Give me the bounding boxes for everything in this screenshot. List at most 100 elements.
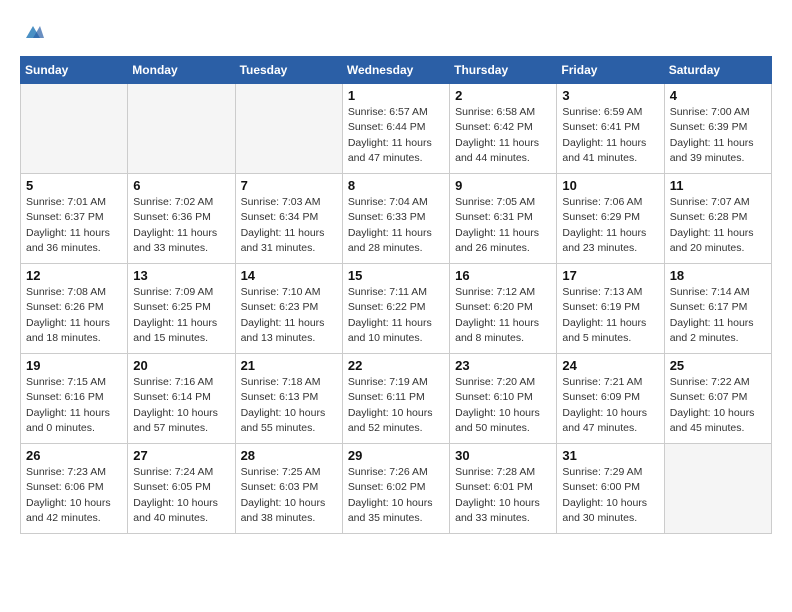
day-number: 23 [455, 358, 551, 373]
day-number: 4 [670, 88, 766, 103]
calendar-cell: 30 Sunrise: 7:28 AMSunset: 6:01 PMDayligh… [450, 444, 557, 534]
day-header-friday: Friday [557, 57, 664, 84]
day-header-tuesday: Tuesday [235, 57, 342, 84]
day-number: 25 [670, 358, 766, 373]
day-info: Sunrise: 7:11 AMSunset: 6:22 PMDaylight:… [348, 285, 444, 346]
calendar-cell: 6 Sunrise: 7:02 AMSunset: 6:36 PMDaylight… [128, 174, 235, 264]
day-number: 7 [241, 178, 337, 193]
day-info: Sunrise: 7:04 AMSunset: 6:33 PMDaylight:… [348, 195, 444, 256]
day-info: Sunrise: 7:05 AMSunset: 6:31 PMDaylight:… [455, 195, 551, 256]
day-number: 26 [26, 448, 122, 463]
day-header-saturday: Saturday [664, 57, 771, 84]
day-info: Sunrise: 7:18 AMSunset: 6:13 PMDaylight:… [241, 375, 337, 436]
calendar-week-4: 19 Sunrise: 7:15 AMSunset: 6:16 PMDayligh… [21, 354, 772, 444]
day-info: Sunrise: 7:16 AMSunset: 6:14 PMDaylight:… [133, 375, 229, 436]
calendar-cell: 31 Sunrise: 7:29 AMSunset: 6:00 PMDayligh… [557, 444, 664, 534]
day-info: Sunrise: 7:10 AMSunset: 6:23 PMDaylight:… [241, 285, 337, 346]
calendar-cell [21, 84, 128, 174]
calendar-cell: 2 Sunrise: 6:58 AMSunset: 6:42 PMDaylight… [450, 84, 557, 174]
day-info: Sunrise: 7:13 AMSunset: 6:19 PMDaylight:… [562, 285, 658, 346]
logo-icon [22, 24, 44, 42]
logo-text [20, 20, 44, 44]
day-info: Sunrise: 7:22 AMSunset: 6:07 PMDaylight:… [670, 375, 766, 436]
calendar-week-1: 1Sunrise: 6:57 AMSunset: 6:44 PMDaylight… [21, 84, 772, 174]
calendar-cell: 28 Sunrise: 7:25 AMSunset: 6:03 PMDayligh… [235, 444, 342, 534]
calendar-cell: 1Sunrise: 6:57 AMSunset: 6:44 PMDaylight… [342, 84, 449, 174]
calendar-cell: 24 Sunrise: 7:21 AMSunset: 6:09 PMDayligh… [557, 354, 664, 444]
calendar-cell: 21 Sunrise: 7:18 AMSunset: 6:13 PMDayligh… [235, 354, 342, 444]
calendar-cell: 14 Sunrise: 7:10 AMSunset: 6:23 PMDayligh… [235, 264, 342, 354]
day-number: 9 [455, 178, 551, 193]
day-info: Sunrise: 7:20 AMSunset: 6:10 PMDaylight:… [455, 375, 551, 436]
calendar-cell: 3Sunrise: 6:59 AMSunset: 6:41 PMDaylight… [557, 84, 664, 174]
day-info: Sunrise: 6:58 AMSunset: 6:42 PMDaylight:… [455, 105, 551, 166]
calendar-table: SundayMondayTuesdayWednesdayThursdayFrid… [20, 56, 772, 534]
day-number: 2 [455, 88, 551, 103]
day-info: Sunrise: 7:25 AMSunset: 6:03 PMDaylight:… [241, 465, 337, 526]
day-info: Sunrise: 7:09 AMSunset: 6:25 PMDaylight:… [133, 285, 229, 346]
day-info: Sunrise: 7:08 AMSunset: 6:26 PMDaylight:… [26, 285, 122, 346]
day-info: Sunrise: 7:21 AMSunset: 6:09 PMDaylight:… [562, 375, 658, 436]
calendar-cell: 20 Sunrise: 7:16 AMSunset: 6:14 PMDayligh… [128, 354, 235, 444]
day-info: Sunrise: 7:23 AMSunset: 6:06 PMDaylight:… [26, 465, 122, 526]
day-info: Sunrise: 7:02 AMSunset: 6:36 PMDaylight:… [133, 195, 229, 256]
calendar-cell [664, 444, 771, 534]
day-number: 6 [133, 178, 229, 193]
day-number: 8 [348, 178, 444, 193]
day-number: 5 [26, 178, 122, 193]
calendar-cell [235, 84, 342, 174]
calendar-cell: 26 Sunrise: 7:23 AMSunset: 6:06 PMDayligh… [21, 444, 128, 534]
day-info: Sunrise: 7:07 AMSunset: 6:28 PMDaylight:… [670, 195, 766, 256]
day-number: 10 [562, 178, 658, 193]
calendar-cell: 17 Sunrise: 7:13 AMSunset: 6:19 PMDayligh… [557, 264, 664, 354]
calendar-cell: 22 Sunrise: 7:19 AMSunset: 6:11 PMDayligh… [342, 354, 449, 444]
day-number: 17 [562, 268, 658, 283]
day-number: 18 [670, 268, 766, 283]
day-number: 14 [241, 268, 337, 283]
day-number: 29 [348, 448, 444, 463]
day-number: 15 [348, 268, 444, 283]
calendar-cell: 15 Sunrise: 7:11 AMSunset: 6:22 PMDayligh… [342, 264, 449, 354]
calendar-cell [128, 84, 235, 174]
day-info: Sunrise: 7:00 AMSunset: 6:39 PMDaylight:… [670, 105, 766, 166]
day-header-monday: Monday [128, 57, 235, 84]
day-info: Sunrise: 7:15 AMSunset: 6:16 PMDaylight:… [26, 375, 122, 436]
day-number: 13 [133, 268, 229, 283]
calendar-week-5: 26 Sunrise: 7:23 AMSunset: 6:06 PMDayligh… [21, 444, 772, 534]
day-info: Sunrise: 7:29 AMSunset: 6:00 PMDaylight:… [562, 465, 658, 526]
calendar-cell: 23 Sunrise: 7:20 AMSunset: 6:10 PMDayligh… [450, 354, 557, 444]
calendar-cell: 12Sunrise: 7:08 AMSunset: 6:26 PMDayligh… [21, 264, 128, 354]
day-number: 22 [348, 358, 444, 373]
day-number: 21 [241, 358, 337, 373]
calendar-cell: 11Sunrise: 7:07 AMSunset: 6:28 PMDayligh… [664, 174, 771, 264]
calendar-cell: 27 Sunrise: 7:24 AMSunset: 6:05 PMDayligh… [128, 444, 235, 534]
calendar-cell: 5 Sunrise: 7:01 AMSunset: 6:37 PMDaylight… [21, 174, 128, 264]
day-info: Sunrise: 7:26 AMSunset: 6:02 PMDaylight:… [348, 465, 444, 526]
day-number: 16 [455, 268, 551, 283]
calendar-cell: 8 Sunrise: 7:04 AMSunset: 6:33 PMDaylight… [342, 174, 449, 264]
day-number: 28 [241, 448, 337, 463]
calendar-cell: 25 Sunrise: 7:22 AMSunset: 6:07 PMDayligh… [664, 354, 771, 444]
calendar-week-3: 12Sunrise: 7:08 AMSunset: 6:26 PMDayligh… [21, 264, 772, 354]
day-info: Sunrise: 7:28 AMSunset: 6:01 PMDaylight:… [455, 465, 551, 526]
day-number: 19 [26, 358, 122, 373]
day-header-sunday: Sunday [21, 57, 128, 84]
day-info: Sunrise: 7:01 AMSunset: 6:37 PMDaylight:… [26, 195, 122, 256]
calendar-cell: 9 Sunrise: 7:05 AMSunset: 6:31 PMDaylight… [450, 174, 557, 264]
day-header-wednesday: Wednesday [342, 57, 449, 84]
calendar-cell: 29 Sunrise: 7:26 AMSunset: 6:02 PMDayligh… [342, 444, 449, 534]
calendar-week-2: 5 Sunrise: 7:01 AMSunset: 6:37 PMDaylight… [21, 174, 772, 264]
calendar-cell: 19 Sunrise: 7:15 AMSunset: 6:16 PMDayligh… [21, 354, 128, 444]
day-info: Sunrise: 7:24 AMSunset: 6:05 PMDaylight:… [133, 465, 229, 526]
day-number: 31 [562, 448, 658, 463]
day-number: 27 [133, 448, 229, 463]
calendar-cell: 18 Sunrise: 7:14 AMSunset: 6:17 PMDayligh… [664, 264, 771, 354]
day-number: 20 [133, 358, 229, 373]
day-number: 30 [455, 448, 551, 463]
day-number: 24 [562, 358, 658, 373]
day-info: Sunrise: 7:12 AMSunset: 6:20 PMDaylight:… [455, 285, 551, 346]
day-header-thursday: Thursday [450, 57, 557, 84]
day-info: Sunrise: 7:14 AMSunset: 6:17 PMDaylight:… [670, 285, 766, 346]
calendar-cell: 10Sunrise: 7:06 AMSunset: 6:29 PMDayligh… [557, 174, 664, 264]
day-info: Sunrise: 7:19 AMSunset: 6:11 PMDaylight:… [348, 375, 444, 436]
